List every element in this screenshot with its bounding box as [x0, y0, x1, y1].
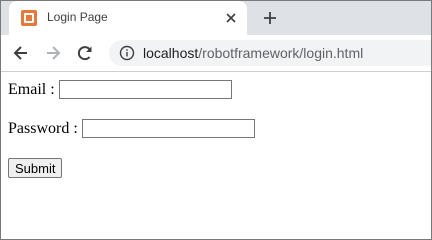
reload-icon[interactable]: [75, 43, 95, 63]
email-label: Email :: [8, 80, 55, 98]
url-host: localhost: [143, 45, 199, 61]
tab-login-page[interactable]: Login Page: [9, 1, 247, 35]
email-field[interactable]: [58, 80, 232, 99]
browser-toolbar: localhost/robotframework/login.html: [1, 35, 431, 71]
forward-arrow-icon[interactable]: [43, 43, 63, 63]
xampp-icon: [21, 10, 37, 26]
url-path: /robotframework/login.html: [198, 45, 364, 61]
address-bar[interactable]: localhost/robotframework/login.html: [109, 40, 431, 66]
tab-title: Login Page: [47, 10, 108, 24]
back-arrow-icon[interactable]: [11, 43, 31, 63]
browser-window: Login Page localhost/robotframework/logi…: [0, 0, 432, 240]
page-content: Email : Password : Submit: [1, 72, 431, 239]
password-row: Password :: [8, 119, 255, 138]
password-field[interactable]: [81, 119, 255, 138]
new-tab-icon[interactable]: [261, 9, 279, 27]
submit-button[interactable]: Submit: [8, 158, 63, 178]
url-text: localhost/robotframework/login.html: [143, 45, 363, 61]
email-row: Email :: [8, 80, 232, 99]
tab-strip: Login Page: [1, 1, 431, 35]
info-icon[interactable]: [119, 45, 135, 61]
close-icon[interactable]: [223, 10, 239, 26]
password-label: Password :: [8, 119, 78, 137]
